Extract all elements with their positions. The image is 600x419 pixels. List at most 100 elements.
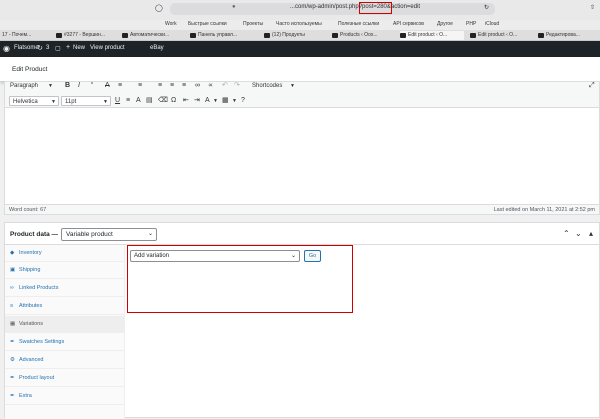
bookmark-item[interactable]: PHP — [466, 21, 476, 27]
move-up-icon[interactable]: ⌃ — [563, 229, 570, 238]
favicon-icon — [264, 33, 270, 38]
browser-tabs: 17 - Почем... #3277 - Вершин... Автомати… — [0, 30, 600, 41]
shortcodes-select[interactable]: Shortcodes ▼ — [249, 81, 297, 91]
browser-tab[interactable]: Панель управл... — [190, 31, 254, 40]
chevron-down-icon: ▼ — [103, 99, 108, 105]
truck-icon: ▣ — [10, 267, 16, 273]
updates-icon[interactable]: ↻ — [37, 44, 43, 52]
favicon-icon — [190, 33, 196, 38]
bookmark-item[interactable]: iCloud — [485, 21, 499, 27]
tab-product-layout[interactable]: ✒ Product layout — [5, 370, 125, 387]
ebay-link[interactable]: eBay — [150, 45, 164, 51]
tab-extra[interactable]: ✒ Extra — [5, 388, 125, 405]
align-left-icon[interactable]: ≡ — [158, 81, 162, 91]
editor-status-bar: Word count: 67 Last edited on March 11, … — [5, 204, 599, 214]
list-icon: ≡ — [10, 303, 14, 309]
view-product-link[interactable]: View product — [90, 45, 125, 51]
product-data-header: Product data — Variable product ⌄ ⌃ ⌄ ▴ — [5, 223, 599, 245]
undo-icon[interactable]: ↶ — [222, 81, 228, 91]
brush-icon: ✒ — [10, 339, 15, 345]
font-color-icon[interactable]: A — [205, 96, 210, 106]
favicon-icon — [122, 33, 128, 38]
browser-tab[interactable]: Автоматически... — [122, 31, 184, 40]
chevron-down-icon[interactable]: ▼ — [232, 96, 237, 106]
product-data-label: Product data — — [10, 231, 59, 238]
format-select[interactable]: Paragraph ▼ — [7, 81, 55, 91]
reload-icon[interactable]: ↻ — [484, 4, 489, 11]
font-size-select[interactable]: 11pt ▼ — [61, 96, 111, 106]
tab-inventory[interactable]: ◆ Inventory — [5, 245, 125, 262]
help-icon[interactable]: ? — [241, 96, 245, 106]
browser-tab-active[interactable]: Edit product ‹ O... — [400, 31, 464, 40]
bookmark-item[interactable]: Другое — [437, 21, 453, 27]
tab-swatches-settings[interactable]: ✒ Swatches Settings — [5, 334, 125, 351]
bookmark-item[interactable]: Work — [165, 21, 177, 27]
justify-icon[interactable]: ≡ — [126, 96, 130, 106]
new-link[interactable]: New — [73, 45, 85, 51]
tab-linked-products[interactable]: ∞ Linked Products — [5, 280, 125, 297]
browser-tab[interactable]: Products ‹ Oox... — [332, 31, 394, 40]
bookmark-item[interactable]: Проекты — [243, 21, 263, 27]
font-family-select[interactable]: Helvetica ▼ — [9, 96, 59, 106]
page-header: Edit Product — [0, 57, 600, 81]
underline-icon[interactable]: U — [115, 96, 120, 106]
url-text[interactable]: ...com/wp-admin/post.php?post=280&action… — [290, 4, 420, 10]
shield-icon[interactable]: ◯ — [155, 4, 163, 12]
browser-toolbar: ◯ ● ...com/wp-admin/post.php?post=280&ac… — [0, 0, 600, 20]
bold-icon[interactable]: B — [65, 81, 70, 91]
italic-icon[interactable]: I — [78, 81, 80, 91]
align-right-icon[interactable]: ≡ — [182, 81, 186, 91]
toggle-panel-icon[interactable]: ▴ — [589, 229, 593, 238]
browser-tab[interactable]: Редактирова... — [538, 31, 600, 40]
site-name-link[interactable]: Flatsome — [14, 45, 39, 51]
bookmark-item[interactable]: Часто используемы — [276, 21, 322, 27]
product-data-tabs: ◆ Inventory ▣ Shipping ∞ Linked Products ≡ A… — [5, 245, 125, 419]
lock-icon: ● — [232, 4, 236, 10]
fullscreen-icon[interactable]: ⤢ — [589, 81, 595, 91]
numbered-list-icon[interactable]: ≡ — [138, 81, 142, 91]
chevron-down-icon[interactable]: ▼ — [213, 96, 218, 106]
browser-tab[interactable]: #3277 - Вершин... — [56, 31, 118, 40]
bookmark-item[interactable]: Быстрые ссылки — [188, 21, 227, 27]
omega-icon[interactable]: Ω — [171, 96, 176, 106]
comments-icon[interactable]: ▢ — [55, 45, 61, 52]
browser-tab[interactable]: (12) Продукты — [264, 31, 326, 40]
word-count: Word count: 67 — [9, 207, 47, 213]
outdent-icon[interactable]: ⇤ — [183, 96, 189, 106]
bullet-list-icon[interactable]: ≡ — [118, 81, 122, 91]
unlink-icon[interactable]: ∝ — [208, 81, 213, 91]
variations-highlight — [127, 245, 353, 313]
tab-variations[interactable]: ▦ Variations — [5, 316, 125, 333]
tab-attributes[interactable]: ≡ Attributes — [5, 298, 125, 315]
clear-format-icon[interactable]: ⌫ — [158, 96, 168, 106]
editor-toolbar-row-1: Paragraph ▼ B I “ A ≡ ≡ ≡ ≡ ≡ ∞ ∝ ↶ ↷ Sho… — [5, 82, 599, 94]
url-param-highlight — [359, 2, 392, 14]
quote-icon[interactable]: “ — [91, 81, 93, 91]
chevron-down-icon: ▼ — [48, 83, 53, 89]
tab-shipping[interactable]: ▣ Shipping — [5, 262, 125, 279]
editor-content-area[interactable] — [5, 109, 599, 204]
brush-icon: ✒ — [10, 393, 15, 399]
favicon-icon — [332, 33, 338, 38]
paste-icon[interactable]: ▤ — [146, 96, 153, 106]
redo-icon[interactable]: ↷ — [234, 81, 240, 91]
bookmark-item[interactable]: API сервисов — [393, 21, 424, 27]
wordpress-icon[interactable]: ◉ — [3, 44, 10, 53]
link-icon[interactable]: ∞ — [195, 81, 200, 91]
text-color-icon[interactable]: A — [136, 96, 141, 106]
tab-advanced[interactable]: ⚙ Advanced — [5, 352, 125, 369]
browser-tab[interactable]: Edit product ‹ O... — [470, 31, 532, 40]
indent-icon[interactable]: ⇥ — [194, 96, 200, 106]
updates-count[interactable]: 3 — [46, 45, 49, 51]
table-icon[interactable]: ▦ — [222, 96, 229, 106]
align-center-icon[interactable]: ≡ — [170, 81, 174, 91]
move-down-icon[interactable]: ⌄ — [575, 229, 582, 238]
share-icon[interactable]: ⇧ — [590, 4, 595, 11]
browser-tab[interactable]: 17 - Почем... — [0, 31, 54, 40]
product-type-select[interactable]: Variable product ⌄ — [61, 228, 157, 241]
link-icon: ∞ — [10, 285, 14, 291]
strikethrough-icon[interactable]: A — [105, 81, 110, 91]
bookmark-item[interactable]: Полезные ссылки — [338, 21, 379, 27]
plus-icon[interactable]: + — [66, 44, 70, 51]
page-title: Edit Product — [12, 66, 48, 73]
